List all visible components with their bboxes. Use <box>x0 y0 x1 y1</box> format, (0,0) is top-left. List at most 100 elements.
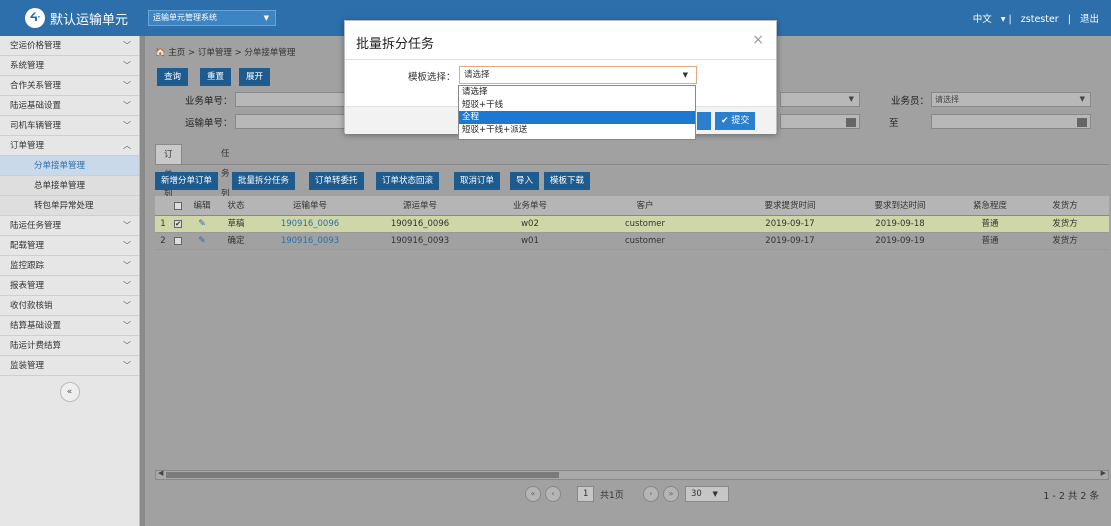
dialog-title: 批量拆分任务 <box>356 37 435 52</box>
edit-pencil-icon[interactable]: ✎ <box>187 233 217 249</box>
caret-down-icon: ▼ <box>263 14 269 22</box>
date-to-input[interactable] <box>931 114 1091 129</box>
row-transport-no-link[interactable]: 190916_0096 <box>255 216 365 232</box>
app-logo-icon: ᔰ <box>25 8 45 28</box>
breadcrumb-level2: 分单接单管理 <box>244 48 296 58</box>
row-checkbox[interactable]: ✔ <box>171 216 185 232</box>
select-all-checkbox[interactable] <box>171 196 185 215</box>
sidebar-item-settlement-basic[interactable]: 结算基础设置 ﹀ <box>0 316 139 336</box>
top-right-links: 中文 ▾ | zstester | 退出 <box>967 11 1099 25</box>
business-no-input[interactable] <box>235 92 345 107</box>
row-business-no: w01 <box>521 236 539 246</box>
sidebar-item-reports[interactable]: 报表管理 ﹀ <box>0 276 139 296</box>
breadcrumb-home[interactable]: 主页 <box>168 48 185 58</box>
sidebar-item-system[interactable]: 系统管理 ﹀ <box>0 56 139 76</box>
order-status-rollback-button[interactable]: 订单状态回滚 <box>376 172 440 190</box>
horizontal-scrollbar[interactable]: ◀ ▶ <box>155 469 1109 480</box>
edit-pencil-icon[interactable]: ✎ <box>187 216 217 232</box>
dropdown-option-highlighted[interactable]: 全程 <box>459 111 695 124</box>
sidebar-item-order[interactable]: 订单管理 ︿ <box>0 136 139 156</box>
filter-select[interactable]: ▼ <box>780 92 860 107</box>
chevron-down-icon: ﹀ <box>123 321 131 330</box>
page-total-text: 共1页 <box>600 491 624 501</box>
table-row[interactable]: 2 ✎ 确定 190916_0093 190916_0093 w01 custo… <box>155 233 1109 250</box>
col-source-no[interactable]: 源运单号 <box>365 196 475 215</box>
template-select[interactable]: 请选择 ▼ <box>459 66 697 84</box>
reset-button[interactable]: 重置 <box>200 68 232 86</box>
sidebar-item-label: 配载管理 <box>10 241 45 251</box>
col-shipper[interactable]: 发货方 <box>1025 196 1105 215</box>
sidebar-subitem-master-order[interactable]: 总单接单管理 <box>0 176 139 196</box>
page-number-input[interactable]: 1 <box>577 486 595 502</box>
query-button[interactable]: 查询 <box>157 68 189 86</box>
date-from-input[interactable] <box>780 114 860 129</box>
dropdown-option[interactable]: 短驳+干线+派送 <box>459 124 695 137</box>
import-button[interactable]: 导入 <box>510 172 540 190</box>
chevron-down-icon: ﹀ <box>123 101 131 110</box>
sidebar-subitem-split-order[interactable]: 分单接单管理 <box>0 156 139 176</box>
first-page-icon[interactable]: « <box>525 486 541 502</box>
col-arrive-time[interactable]: 要求到达时间 <box>845 196 955 215</box>
row-shipper: 发货方 <box>1052 236 1078 246</box>
caret-down-icon: ▼ <box>848 95 854 103</box>
col-business-no[interactable]: 业务单号 <box>475 196 585 215</box>
language-select[interactable]: 中文 <box>973 14 992 25</box>
scroll-right-icon[interactable]: ▶ <box>1101 469 1106 477</box>
sidebar-item-loading[interactable]: 配载管理 ﹀ <box>0 236 139 256</box>
breadcrumb-level1[interactable]: 订单管理 <box>198 48 232 58</box>
transport-no-input[interactable] <box>235 114 345 129</box>
prev-page-icon[interactable]: ‹ <box>545 486 561 502</box>
next-page-icon[interactable]: › <box>643 486 659 502</box>
row-pickup-time: 2019-09-17 <box>765 219 815 229</box>
dropdown-option[interactable]: 请选择 <box>459 86 695 99</box>
calendar-icon[interactable] <box>846 118 856 127</box>
caret-down-icon: ▼ <box>682 71 688 79</box>
sidebar-item-supervision[interactable]: 监装管理 ﹀ <box>0 356 139 376</box>
col-urgency[interactable]: 紧急程度 <box>955 196 1025 215</box>
cancel-order-button[interactable]: 取消订单 <box>454 172 501 190</box>
scroll-left-icon[interactable]: ◀ <box>158 469 163 477</box>
template-dropdown-list: 请选择 短驳+干线 全程 短驳+干线+派送 <box>458 85 696 140</box>
grid-header: 编辑 状态 运输单号 源运单号 业务单号 客户 要求提货时间 要求到达时间 紧急… <box>155 196 1109 216</box>
tab-order-list[interactable]: 订单列表 <box>155 144 182 220</box>
row-checkbox[interactable] <box>171 233 185 249</box>
tab-task-list[interactable]: 任务列表 <box>213 144 238 219</box>
calendar-icon[interactable] <box>1077 118 1087 127</box>
row-transport-no-link[interactable]: 190916_0093 <box>255 233 365 249</box>
sidebar-subitem-subcontract-exception[interactable]: 转包单异常处理 <box>0 196 139 216</box>
add-split-order-button[interactable]: 新增分单订单 <box>155 172 219 190</box>
table-row[interactable]: 1 ✔ ✎ 草稿 190916_0096 190916_0096 w02 cus… <box>155 216 1109 233</box>
dropdown-option[interactable]: 短驳+干线 <box>459 99 695 112</box>
close-icon[interactable]: × <box>752 32 764 48</box>
user-name[interactable]: zstester <box>1021 14 1059 25</box>
footer-button[interactable] <box>697 112 711 130</box>
sidebar-item-partner[interactable]: 合作关系管理 ﹀ <box>0 76 139 96</box>
logout-link[interactable]: 退出 <box>1080 14 1099 25</box>
order-to-entrust-button[interactable]: 订单转委托 <box>309 172 364 190</box>
sidebar-item-payment[interactable]: 收付款核销 ﹀ <box>0 296 139 316</box>
system-select[interactable]: 运输单元管理系统 ▼ <box>148 10 276 26</box>
sidebar-item-driver-vehicle[interactable]: 司机车辆管理 ﹀ <box>0 116 139 136</box>
collapse-sidebar-icon[interactable]: « <box>59 382 80 402</box>
sidebar-item-land-basic[interactable]: 陆运基础设置 ﹀ <box>0 96 139 116</box>
sidebar-item-label: 订单管理 <box>10 141 45 151</box>
col-customer[interactable]: 客户 <box>585 196 705 215</box>
sidebar-item-land-billing[interactable]: 陆运计费结算 ﹀ <box>0 336 139 356</box>
batch-split-task-button[interactable]: 批量拆分任务 <box>232 172 296 190</box>
row-pickup-time: 2019-09-17 <box>765 236 815 246</box>
sidebar-item-land-task[interactable]: 陆运任务管理 ﹀ <box>0 216 139 236</box>
sidebar-item-tracking[interactable]: 监控跟踪 ﹀ <box>0 256 139 276</box>
col-status: 状态 <box>227 201 245 211</box>
chevron-down-icon: ﹀ <box>123 61 131 70</box>
template-download-button[interactable]: 模板下载 <box>544 172 591 190</box>
sidebar-item-airfreight-price[interactable]: 空运价格管理 ﹀ <box>0 36 139 56</box>
col-pickup-time[interactable]: 要求提货时间 <box>735 196 845 215</box>
scrollbar-thumb[interactable] <box>166 472 559 478</box>
submit-button[interactable]: ✔ 提交 <box>715 112 756 130</box>
last-page-icon[interactable]: » <box>663 486 679 502</box>
salesman-select[interactable]: 请选择 ▼ <box>931 92 1091 107</box>
col-transport-no[interactable]: 运输单号 <box>255 196 365 215</box>
page-size-select[interactable]: 30 ▼ <box>685 486 729 502</box>
home-icon[interactable]: 🏠 <box>155 48 166 58</box>
expand-button[interactable]: 展开 <box>239 68 271 86</box>
